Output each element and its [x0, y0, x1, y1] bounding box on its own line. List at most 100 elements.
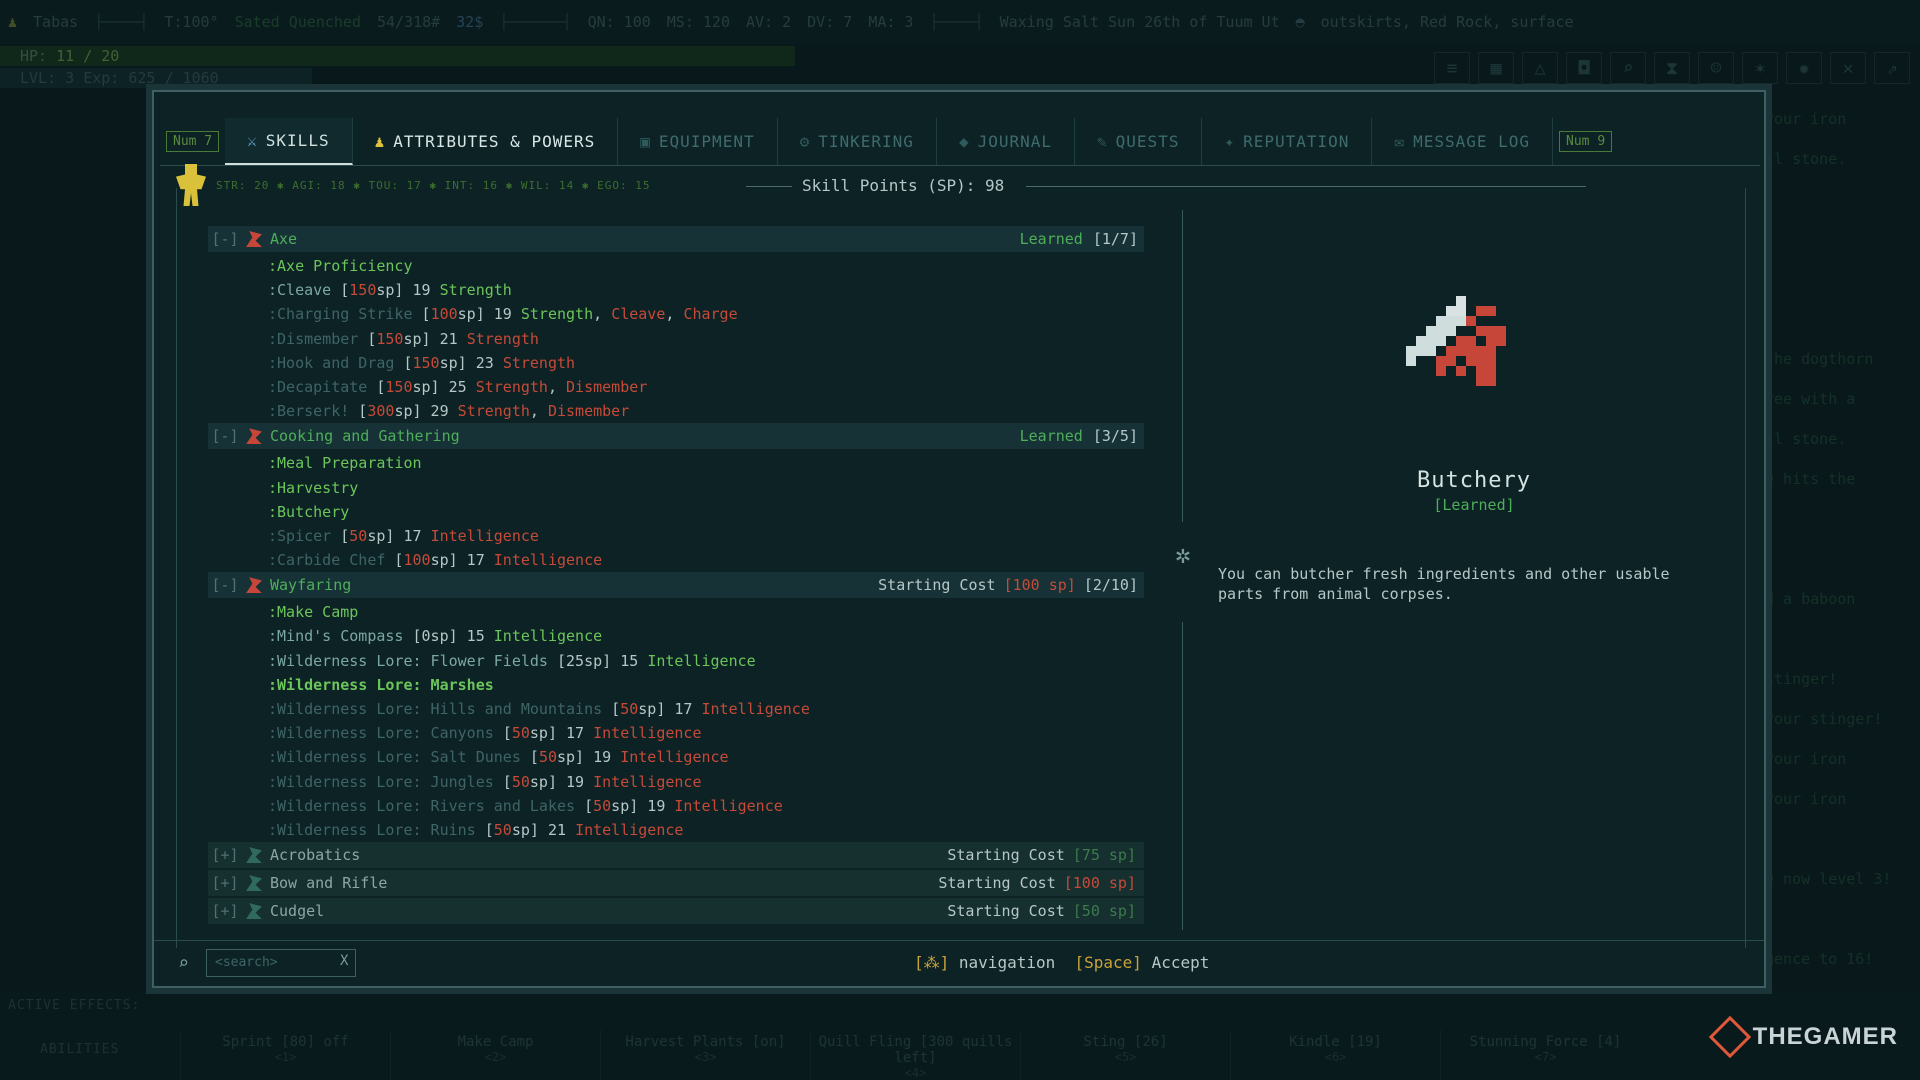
divider: [746, 186, 792, 187]
power-item[interactable]: :Hook and Drag [150sp] 23 Strength: [208, 351, 1144, 375]
power-text: Strength: [475, 377, 548, 396]
skill-header[interactable]: [+] Cudgel Starting Cost [50 sp]: [208, 898, 1144, 925]
power-text: :Wilderness Lore: Marshes: [268, 675, 494, 694]
tab-quests[interactable]: ✎ QUESTS: [1075, 118, 1203, 165]
power-item[interactable]: :Wilderness Lore: Rivers and Lakes [50sp…: [208, 794, 1144, 818]
power-text: ,: [665, 305, 684, 324]
power-text: [: [493, 724, 512, 743]
power-text: :Mind's Compass: [268, 627, 404, 646]
detail-title: Butchery: [1417, 468, 1531, 493]
tab-label: REPUTATION: [1243, 132, 1350, 151]
skill-header[interactable]: [+] Acrobatics Starting Cost [75 sp]: [208, 842, 1144, 869]
starting-cost-label: Starting Cost: [947, 846, 1065, 865]
power-item[interactable]: :Cleave [150sp] 19 Strength: [208, 278, 1144, 302]
expand-toggle[interactable]: [+]: [208, 902, 242, 920]
collapse-toggle[interactable]: [-]: [208, 230, 242, 248]
power-text: :Harvestry: [268, 478, 359, 497]
power-text: sp] 19: [457, 305, 521, 324]
power-item[interactable]: :Meal Preparation: [208, 451, 1144, 475]
butchery-cleaver-icon: [1406, 296, 1506, 386]
power-text: [: [394, 353, 413, 372]
stats-strip: STR: 20 ✱ AGI: 18 ✱ TOU: 17 ✱ INT: 16 ✱ …: [176, 164, 651, 206]
power-item[interactable]: :Dismember [150sp] 21 Strength: [208, 327, 1144, 351]
power-item[interactable]: :Wilderness Lore: Jungles [50sp] 19 Inte…: [208, 770, 1144, 794]
skill-name: Acrobatics: [270, 846, 361, 865]
power-text: sp] 17: [529, 724, 594, 743]
skill-header[interactable]: [-] Wayfaring Starting Cost [100 sp] [2/10]: [208, 572, 1144, 599]
skill-name: Wayfaring: [270, 576, 352, 595]
power-text: :Meal Preparation: [268, 454, 422, 473]
power-text: Strength: [466, 329, 539, 348]
skill-icon: [246, 577, 262, 594]
power-item[interactable]: :Mind's Compass [0sp] 15 Intelligence: [208, 624, 1144, 648]
power-text: :Wilderness Lore: Flower Fields: [268, 651, 548, 670]
power-item[interactable]: :Wilderness Lore: Ruins [50sp] 21 Intell…: [208, 818, 1144, 842]
tab-equipment[interactable]: ▣ EQUIPMENT: [618, 118, 778, 165]
power-text: sp] 29: [394, 402, 458, 421]
power-item[interactable]: :Decapitate [150sp] 25 Strength, Dismemb…: [208, 375, 1144, 399]
power-text: sp] 17: [367, 526, 431, 545]
collapse-toggle[interactable]: [-]: [208, 576, 242, 594]
power-text: [: [385, 551, 404, 570]
power-item[interactable]: :Spicer [50sp] 17 Intelligence: [208, 524, 1144, 548]
power-item[interactable]: :Carbide Chef [100sp] 17 Intelligence: [208, 548, 1144, 572]
accept-key[interactable]: [Space]: [1075, 953, 1142, 972]
power-text: Intelligence: [430, 526, 539, 545]
power-item[interactable]: :Make Camp: [208, 600, 1144, 624]
skill-header[interactable]: [+] Bow and Rifle Starting Cost [100 sp]: [208, 870, 1144, 897]
power-text: :Make Camp: [268, 603, 359, 622]
tab-skills[interactable]: ⚔ SKILLS: [225, 118, 353, 165]
prev-tab-key[interactable]: Num 7: [166, 131, 220, 152]
tab-journal[interactable]: ◆ JOURNAL: [937, 118, 1076, 165]
starting-cost-value: [50 sp]: [1072, 902, 1136, 921]
expand-toggle[interactable]: [+]: [208, 846, 242, 864]
navigation-key: [⁂]: [914, 953, 950, 972]
power-text: 150: [376, 329, 404, 348]
power-text: sp] 19: [557, 748, 621, 767]
tab-message-log[interactable]: ✉ MESSAGE LOG: [1372, 118, 1554, 165]
power-item[interactable]: :Wilderness Lore: Flower Fields [25sp] 1…: [208, 649, 1144, 673]
attribute-summary: STR: 20 ✱ AGI: 18 ✱ TOU: 17 ✱ INT: 16 ✱ …: [216, 178, 651, 192]
skill-header[interactable]: [-] Cooking and Gathering Learned [3/5]: [208, 423, 1144, 450]
starting-cost-value: [100 sp]: [1063, 874, 1136, 893]
tab-attributes-powers[interactable]: ♟ ATTRIBUTES & POWERS: [353, 118, 619, 165]
character-icon: ♟: [374, 132, 386, 151]
power-text: sp] 25: [412, 377, 476, 396]
power-text: 150: [385, 377, 413, 396]
power-item[interactable]: :Charging Strike [100sp] 19 Strength, Cl…: [208, 302, 1144, 326]
power-text: 150: [349, 281, 377, 300]
power-text: Strength: [439, 281, 512, 300]
expand-toggle[interactable]: [+]: [208, 874, 242, 892]
next-tab-key[interactable]: Num 9: [1559, 131, 1613, 152]
power-text: sp] 21: [403, 329, 467, 348]
power-item[interactable]: :Wilderness Lore: Canyons [50sp] 17 Inte…: [208, 721, 1144, 745]
skill-header[interactable]: [-] Axe Learned [1/7]: [208, 226, 1144, 252]
power-item[interactable]: :Wilderness Lore: Hills and Mountains [5…: [208, 697, 1144, 721]
power-text: 50: [538, 748, 557, 767]
power-item[interactable]: :Berserk! [300sp] 29 Strength, Dismember: [208, 399, 1144, 423]
tab-tinkering[interactable]: ⚙ TINKERING: [778, 118, 937, 165]
power-item[interactable]: :Harvestry: [208, 476, 1144, 500]
quest-icon: ✎: [1097, 132, 1108, 151]
power-text: :Berserk!: [268, 402, 350, 421]
power-text: Intelligence: [493, 551, 603, 570]
power-item[interactable]: :Butchery: [208, 500, 1144, 524]
power-text: Dismember: [547, 402, 630, 421]
power-text: 50: [593, 796, 612, 815]
search-input[interactable]: <search>: [206, 949, 356, 977]
power-text: :Decapitate: [268, 377, 368, 396]
power-item[interactable]: :Axe Proficiency: [208, 254, 1144, 278]
power-text: [: [575, 796, 594, 815]
tab-reputation[interactable]: ✦ REPUTATION: [1202, 118, 1373, 165]
power-text: [: [412, 305, 431, 324]
power-item[interactable]: :Wilderness Lore: Salt Dunes [50sp] 19 I…: [208, 745, 1144, 769]
power-text: sp] 17: [430, 551, 494, 570]
skill-icon: [246, 428, 262, 445]
power-text: :Wilderness Lore: Jungles: [268, 772, 494, 791]
clear-search-button[interactable]: X: [340, 953, 348, 969]
log-icon: ✉: [1394, 132, 1406, 151]
collapse-toggle[interactable]: [-]: [208, 427, 242, 445]
skill-points: Skill Points (SP): 98: [802, 176, 1005, 195]
power-text: 150: [412, 353, 440, 372]
power-item[interactable]: :Wilderness Lore: Marshes: [208, 673, 1144, 697]
